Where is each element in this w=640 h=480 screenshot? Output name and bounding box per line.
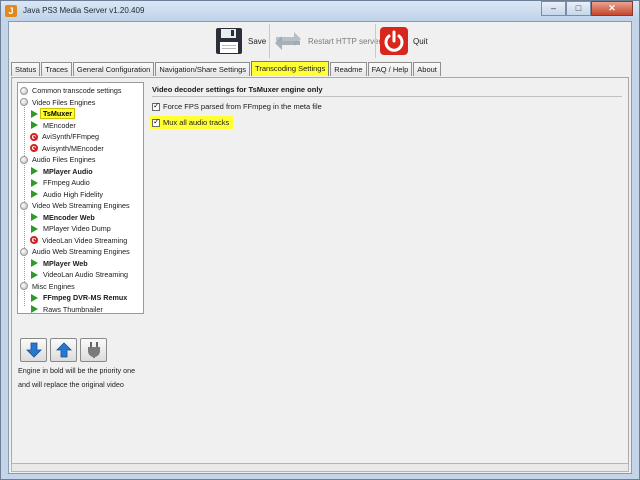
refresh-icon [275, 32, 301, 50]
window-controls: – □ ✕ [541, 1, 633, 16]
tree-item-audio-high-fidelity[interactable]: Audio High Fidelity [30, 189, 105, 200]
app-window: J Java PS3 Media Server v1.20.409 – □ ✕ … [0, 0, 640, 480]
play-icon [31, 167, 38, 175]
force-fps-checkbox[interactable] [152, 101, 160, 111]
folder-icon [20, 247, 28, 256]
plug-icon [87, 342, 100, 358]
force-fps-label: Force FPS parsed from FFmpeg in the meta… [163, 102, 322, 111]
restart-http-server-button[interactable]: Restart HTTP server [272, 24, 381, 58]
move-up-button[interactable] [50, 338, 77, 362]
toolbar: Save Restart HTTP server Quit [9, 22, 631, 62]
play-icon [31, 259, 38, 267]
tab-readme[interactable]: Readme [330, 62, 367, 76]
tree-item-ffmpeg-audio[interactable]: FFmpeg Audio [30, 177, 92, 188]
minimize-button[interactable]: – [541, 1, 566, 16]
app-icon: J [5, 5, 17, 17]
folder-icon [20, 282, 28, 290]
tab-general-configuration[interactable]: General Configuration [72, 62, 155, 76]
transcoding-settings-panel: Common transcode settings Video Files En… [11, 77, 629, 471]
engine-settings-pane: Video decoder settings for TsMuxer engin… [150, 82, 624, 462]
status-bar [11, 463, 629, 472]
tab-navigation-share-settings[interactable]: Navigation/Share Settings [155, 62, 251, 76]
toolbar-separator [269, 24, 270, 58]
mux-all-audio-option[interactable]: Mux all audio tracks [150, 116, 234, 129]
settings-title: Video decoder settings for TsMuxer engin… [152, 85, 323, 94]
disabled-icon [30, 132, 38, 141]
tree-item-videolan-video-streaming[interactable]: VideoLan Video Streaming [30, 235, 129, 246]
tree-item-video-files-engines[interactable]: Video Files Engines [20, 97, 97, 108]
disabled-icon [30, 144, 38, 152]
play-icon [31, 305, 38, 313]
tree-item-audio-web-streaming-engines[interactable]: Audio Web Streaming Engines [20, 246, 132, 257]
tree-item-video-web-streaming-engines[interactable]: Video Web Streaming Engines [20, 200, 132, 211]
tree-item-mplayer-web[interactable]: MPlayer Web [30, 258, 90, 269]
tree-item-mencoder-web[interactable]: MEncoder Web [30, 212, 97, 223]
folder-icon [20, 86, 28, 95]
mux-all-audio-label: Mux all audio tracks [163, 118, 230, 127]
tree-item-mplayer-audio[interactable]: MPlayer Audio [30, 166, 95, 177]
play-icon [31, 190, 38, 198]
tree-item-mencoder[interactable]: MEncoder [30, 120, 78, 131]
tab-traces[interactable]: Traces [41, 62, 72, 76]
engine-priority-note: Engine in bold will be the priority one [18, 366, 136, 375]
tree-item-ffmpeg-dvr-ms-remux[interactable]: FFmpeg DVR-MS Remux [30, 292, 129, 303]
play-icon [31, 293, 38, 302]
tab-about[interactable]: About [413, 62, 441, 76]
close-button[interactable]: ✕ [591, 1, 633, 16]
power-icon [380, 27, 408, 55]
window-title: Java PS3 Media Server v1.20.409 [23, 6, 145, 15]
force-fps-option[interactable]: Force FPS parsed from FFmpeg in the meta… [152, 101, 322, 111]
tab-bar: Status Traces General Configuration Navi… [11, 61, 442, 77]
folder-icon [20, 155, 28, 164]
play-icon [31, 213, 38, 221]
engine-tree[interactable]: Common transcode settings Video Files En… [17, 82, 144, 314]
restart-label: Restart HTTP server [308, 36, 382, 46]
tree-item-audio-files-engines[interactable]: Audio Files Engines [20, 154, 98, 165]
maximize-button[interactable]: □ [566, 1, 591, 16]
move-down-button[interactable] [20, 338, 47, 362]
engine-order-buttons [20, 338, 107, 362]
tab-transcoding-settings[interactable]: Transcoding Settings [251, 61, 330, 76]
play-icon [31, 178, 38, 187]
settings-divider [152, 96, 622, 97]
tree-item-avisynth-mencoder[interactable]: Avisynth/MEncoder [30, 143, 106, 154]
main-content: Save Restart HTTP server Quit Status Tra… [8, 21, 632, 474]
mux-all-audio-checkbox[interactable] [152, 117, 160, 127]
tree-item-common-transcode-settings[interactable]: Common transcode settings [20, 85, 124, 96]
arrow-down-icon [25, 342, 42, 358]
title-bar[interactable]: J Java PS3 Media Server v1.20.409 – □ ✕ [1, 1, 639, 21]
tab-status[interactable]: Status [11, 62, 41, 76]
toggle-engine-button[interactable] [80, 338, 107, 362]
tab-faq-help[interactable]: FAQ / Help [367, 62, 413, 76]
save-button[interactable]: Save [214, 24, 266, 58]
disabled-icon [30, 236, 38, 244]
save-label: Save [248, 36, 267, 46]
tree-item-raws-thumbnailer[interactable]: Raws Thumbnailer [30, 304, 105, 313]
folder-icon [20, 201, 28, 210]
play-icon [31, 109, 38, 118]
floppy-disk-icon [216, 28, 242, 54]
play-icon [31, 270, 38, 279]
engine-priority-note-2: and will replace the original video [18, 380, 124, 389]
arrow-up-icon [55, 342, 72, 358]
play-icon [31, 121, 38, 129]
quit-label: Quit [413, 36, 428, 46]
play-icon [31, 224, 38, 233]
tree-item-avisynth-ffmpeg[interactable]: AviSynth/FFmpeg [30, 131, 101, 142]
folder-icon [20, 98, 28, 106]
tree-item-mplayer-video-dump[interactable]: MPlayer Video Dump [30, 223, 113, 234]
tree-item-videolan-audio-streaming[interactable]: VideoLan Audio Streaming [30, 269, 130, 280]
quit-button[interactable]: Quit [379, 24, 428, 58]
tree-item-misc-engines[interactable]: Misc Engines [20, 281, 77, 292]
toolbar-separator [375, 24, 376, 58]
tree-item-tsmuxer[interactable]: TsMuxer [30, 108, 76, 119]
